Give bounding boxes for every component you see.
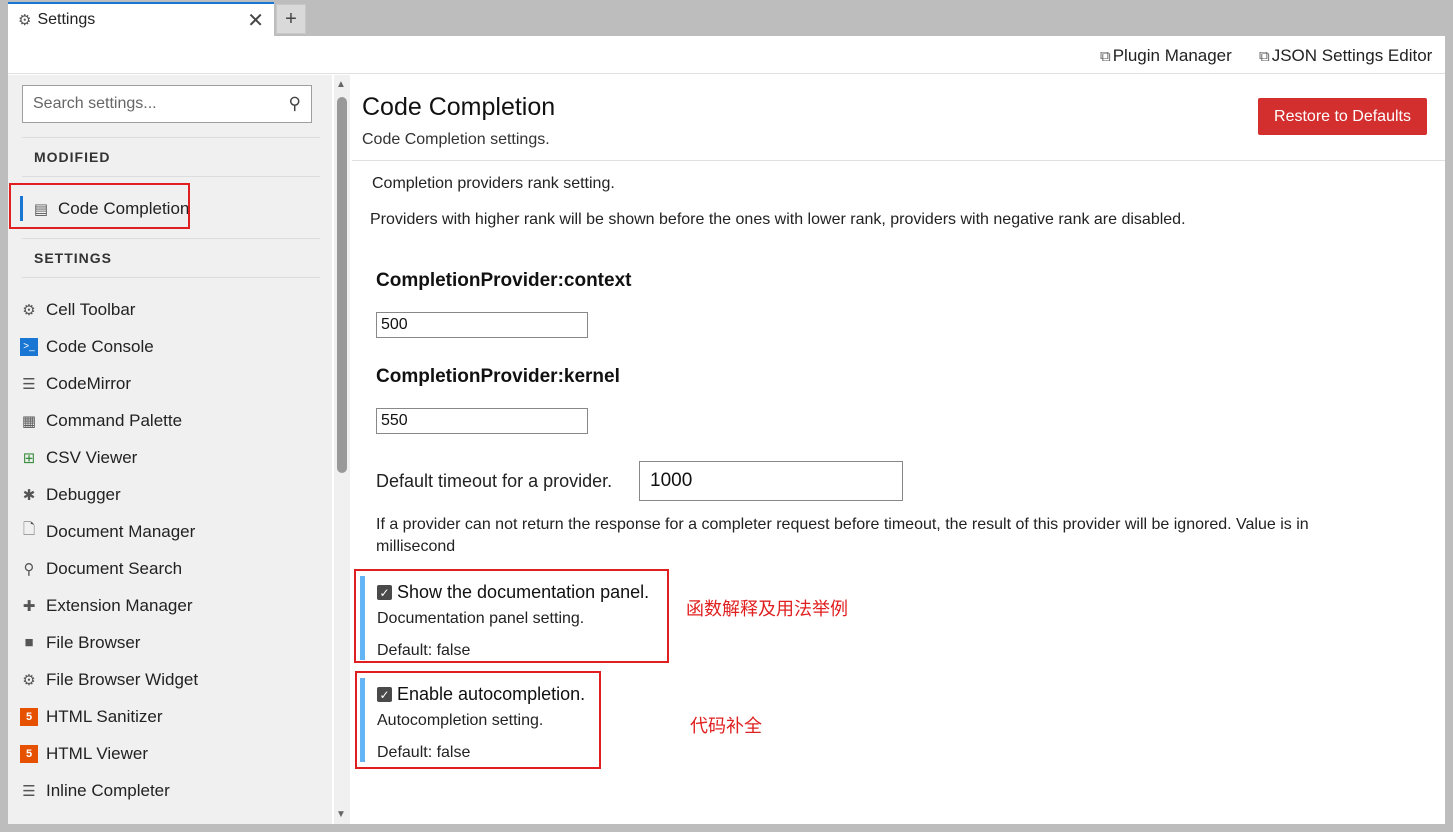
tab-settings[interactable]: ⚙ Settings ✕ xyxy=(8,2,274,36)
search-icon: ⚲ xyxy=(23,560,35,578)
add-tab-button[interactable]: + xyxy=(276,4,306,34)
settings-content: Code Completion Code Completion settings… xyxy=(352,75,1445,824)
json-settings-editor-label: JSON Settings Editor xyxy=(1271,46,1433,65)
timeout-description: If a provider can not return the respons… xyxy=(376,516,1309,533)
sidebar-item-file-browser-widget[interactable]: ⚙ File Browser Widget xyxy=(20,661,198,698)
highlight-box xyxy=(355,671,601,769)
sidebar-item-document-search[interactable]: ⚲ Document Search xyxy=(20,550,183,587)
sidebar-item-extension-manager[interactable]: ✚ Extension Manager xyxy=(20,587,193,624)
sidebar-item-codemirror[interactable]: ☰ CodeMirror xyxy=(20,365,131,402)
timeout-input[interactable] xyxy=(639,461,903,501)
bug-icon: ✱ xyxy=(22,486,36,504)
sidebar-item-label: File Browser Widget xyxy=(46,669,199,689)
sidebar-item-label: CodeMirror xyxy=(46,373,132,393)
sidebar-item-label: CSV Viewer xyxy=(46,447,138,467)
autocompletion-annotation: 代码补全 xyxy=(690,716,762,736)
content-header: Code Completion Code Completion settings… xyxy=(352,75,1445,161)
search-box: ⚲ xyxy=(22,85,312,123)
grid-icon: ⊞ xyxy=(22,449,36,467)
sidebar-item-label: Inline Completer xyxy=(46,780,170,800)
sidebar-scrollbar[interactable]: ▲ ▼ xyxy=(334,75,350,824)
search-icon[interactable]: ⚲ xyxy=(289,94,301,114)
sidebar-item-file-browser[interactable]: ■ File Browser xyxy=(20,624,140,661)
external-link-icon: ⧉ xyxy=(1100,47,1111,65)
settings-sidebar: ⚲ MODIFIED ▤ Code Completion SETTINGS ⚙ … xyxy=(8,75,332,824)
scroll-down-icon[interactable]: ▼ xyxy=(336,809,346,820)
sidebar-item-label: HTML Sanitizer xyxy=(46,706,163,726)
sidebar-item-label: HTML Viewer xyxy=(46,743,149,763)
sidebar-item-label: Debugger xyxy=(46,484,121,504)
sidebar-item-label: Command Palette xyxy=(46,410,183,430)
json-settings-editor-link[interactable]: ⧉ JSON Settings Editor xyxy=(1259,46,1432,66)
scroll-up-icon[interactable]: ▲ xyxy=(336,79,346,90)
sidebar-item-label: Document Search xyxy=(46,558,183,578)
doc-annotation: 函数解释及用法举例 xyxy=(686,599,848,619)
lines-icon: ☰ xyxy=(22,375,36,393)
sidebar-item-inline-completer[interactable]: ☰ Inline Completer xyxy=(20,772,170,809)
rank-heading: Completion providers rank setting. xyxy=(372,175,615,192)
console-icon: >_ xyxy=(20,337,38,356)
sidebar-item-html-sanitizer[interactable]: 5 HTML Sanitizer xyxy=(20,698,163,735)
settings-toolbar: ⧉ Plugin Manager ⧉ JSON Settings Editor xyxy=(8,36,1445,74)
search-input[interactable] xyxy=(33,95,289,113)
sidebar-item-label: Cell Toolbar xyxy=(46,299,136,319)
kernel-provider-input[interactable] xyxy=(376,408,588,434)
sidebar-item-label: Code Console xyxy=(46,336,154,356)
page-title: Code Completion xyxy=(362,93,556,121)
sidebar-item-label: File Browser xyxy=(46,632,141,652)
modified-heading: MODIFIED xyxy=(22,137,320,177)
sidebar-item-cell-toolbar[interactable]: ⚙ Cell Toolbar xyxy=(20,291,135,328)
settings-window: ⧉ Plugin Manager ⧉ JSON Settings Editor … xyxy=(8,36,1445,824)
sidebar-item-command-palette[interactable]: ▦ Command Palette xyxy=(20,402,182,439)
settings-heading: SETTINGS xyxy=(22,238,320,278)
rank-description: Providers with higher rank will be shown… xyxy=(370,211,1186,228)
lines-icon: ☰ xyxy=(22,782,36,800)
sidebar-item-debugger[interactable]: ✱ Debugger xyxy=(20,476,121,513)
plugin-manager-label: Plugin Manager xyxy=(1112,46,1232,65)
tab-bar: ⚙ Settings ✕ + xyxy=(0,0,1453,36)
sidebar-item-csv-viewer[interactable]: ⊞ CSV Viewer xyxy=(20,439,138,476)
tab-title: Settings xyxy=(37,11,96,28)
timeout-description-unit: millisecond xyxy=(376,538,456,555)
scroll-thumb[interactable] xyxy=(337,97,347,473)
gear-icon: ⚙ xyxy=(18,12,32,29)
html5-icon: 5 xyxy=(20,744,38,763)
gear-icon: ⚙ xyxy=(22,301,36,319)
html5-icon: 5 xyxy=(20,707,38,726)
gear-icon: ⚙ xyxy=(22,671,36,689)
context-provider-input[interactable] xyxy=(376,312,588,338)
close-icon[interactable]: ✕ xyxy=(247,8,264,33)
highlight-box xyxy=(354,569,669,663)
page-subtitle: Code Completion settings. xyxy=(362,131,550,148)
sidebar-item-label: Extension Manager xyxy=(46,595,193,615)
restore-defaults-button[interactable]: Restore to Defaults xyxy=(1258,98,1427,135)
sidebar-item-label: Document Manager xyxy=(46,521,196,541)
sidebar-item-document-manager[interactable]: 🗋 Document Manager xyxy=(20,513,195,550)
plugin-manager-link[interactable]: ⧉ Plugin Manager xyxy=(1100,46,1232,66)
file-icon: 🗋 xyxy=(22,521,36,538)
sidebar-item-code-console[interactable]: >_ Code Console xyxy=(20,328,154,365)
timeout-label: Default timeout for a provider. xyxy=(376,471,613,491)
context-provider-label: CompletionProvider:context xyxy=(376,270,632,291)
puzzle-icon: ✚ xyxy=(22,597,36,615)
folder-icon: ■ xyxy=(24,634,34,651)
sidebar-item-html-viewer[interactable]: 5 HTML Viewer xyxy=(20,735,148,772)
kernel-provider-label: CompletionProvider:kernel xyxy=(376,366,620,387)
palette-icon: ▦ xyxy=(21,412,37,430)
external-link-icon: ⧉ xyxy=(1259,47,1270,65)
highlight-box xyxy=(9,183,190,229)
